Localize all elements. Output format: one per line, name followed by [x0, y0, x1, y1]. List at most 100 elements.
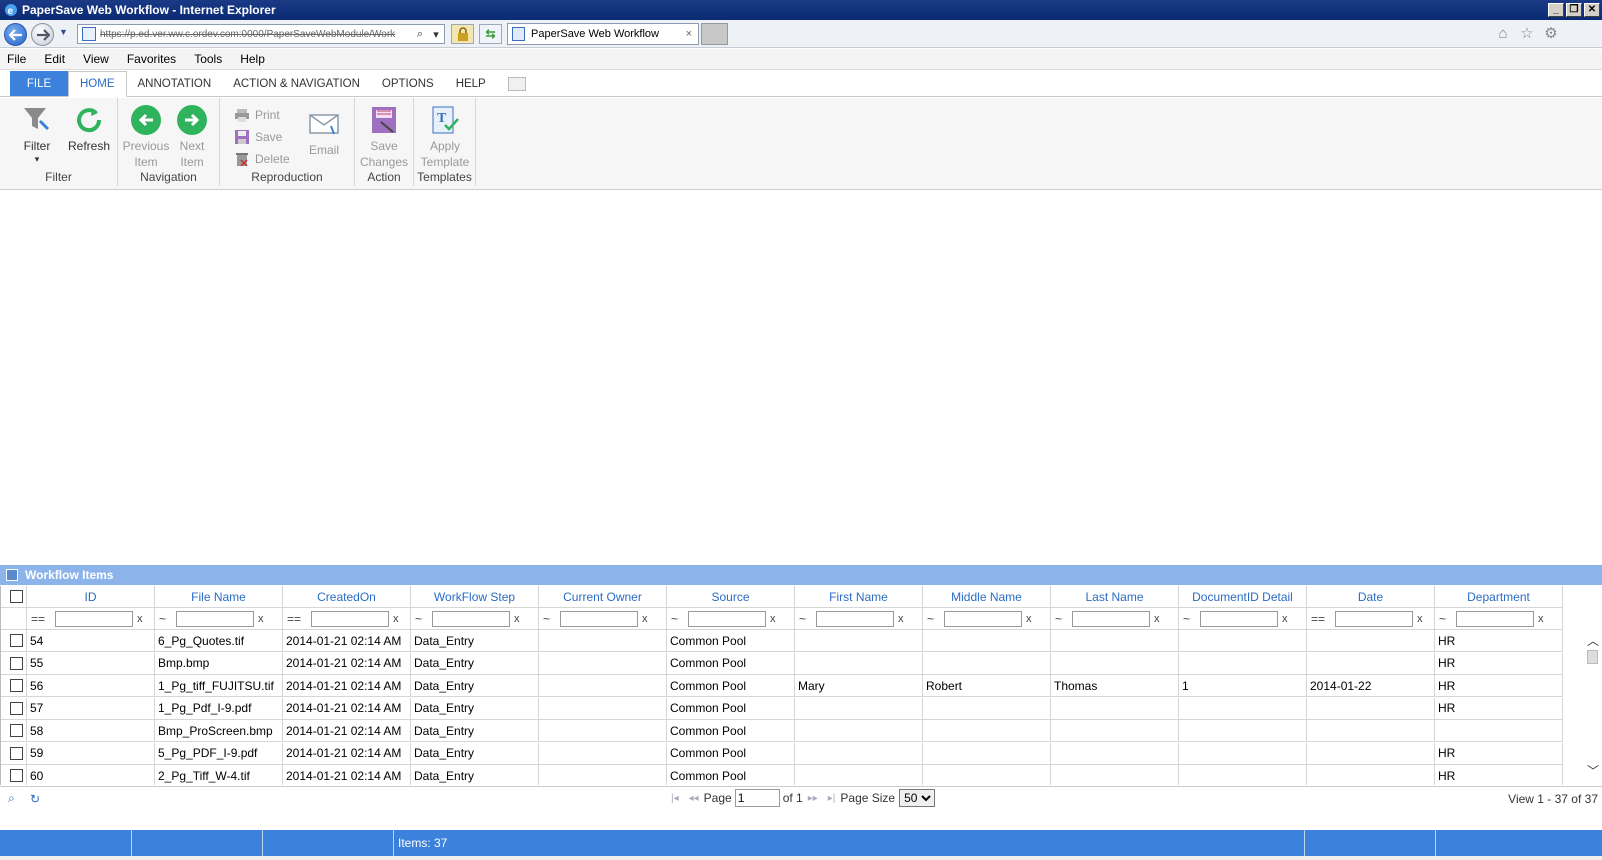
- table-cell[interactable]: [539, 720, 667, 742]
- table-cell[interactable]: Common Pool: [667, 742, 795, 765]
- filter-operator[interactable]: ==: [1311, 612, 1325, 626]
- table-cell[interactable]: [795, 697, 923, 720]
- table-row[interactable]: 57 1_Pg_Pdf_I-9.pdf 2014-01-21 02:14 AM Dat…: [1, 697, 1602, 720]
- table-cell[interactable]: 55: [27, 652, 155, 675]
- filter-clear-button[interactable]: x: [1282, 613, 1288, 625]
- table-cell[interactable]: [539, 765, 667, 785]
- filter-input[interactable]: [55, 610, 134, 627]
- tab-annotation[interactable]: ANNOTATION: [127, 71, 223, 96]
- table-cell[interactable]: [1307, 720, 1435, 742]
- history-dropdown-icon[interactable]: ▼: [59, 27, 68, 37]
- table-row[interactable]: 60 2_Pg_Tiff_W-4.tif 2014-01-21 02:14 AM Da…: [1, 765, 1602, 785]
- table-cell[interactable]: [1179, 652, 1307, 675]
- table-cell[interactable]: [1307, 630, 1435, 652]
- save-button[interactable]: Save: [234, 130, 282, 144]
- table-cell[interactable]: HR: [1435, 630, 1563, 652]
- table-cell[interactable]: Bmp_ProScreen.bmp: [155, 720, 283, 742]
- filter-input[interactable]: [1200, 610, 1279, 627]
- table-cell[interactable]: [1051, 697, 1179, 720]
- table-cell[interactable]: Mary: [795, 675, 923, 697]
- table-cell[interactable]: [923, 652, 1051, 675]
- table-cell[interactable]: 2014-01-21 02:14 AM: [283, 697, 411, 720]
- filter-input[interactable]: [944, 610, 1023, 627]
- table-cell[interactable]: [1307, 765, 1435, 785]
- row-checkbox[interactable]: [10, 769, 23, 782]
- filter-operator[interactable]: ~: [159, 612, 166, 626]
- column-header[interactable]: CreatedOn: [283, 586, 411, 608]
- table-cell[interactable]: HR: [1435, 675, 1563, 697]
- filter-clear-button[interactable]: x: [1417, 613, 1423, 625]
- tab-help[interactable]: HELP: [445, 71, 497, 96]
- table-cell[interactable]: [1179, 697, 1307, 720]
- close-window-button[interactable]: ✕: [1584, 3, 1600, 17]
- table-cell[interactable]: [1051, 630, 1179, 652]
- delete-button[interactable]: Delete: [234, 152, 290, 166]
- table-cell[interactable]: [923, 742, 1051, 765]
- minimize-button[interactable]: _: [1548, 3, 1564, 17]
- last-page-icon[interactable]: ▸|: [828, 793, 836, 804]
- back-button[interactable]: [4, 23, 27, 46]
- table-cell[interactable]: 56: [27, 675, 155, 697]
- filter-clear-button[interactable]: x: [1538, 613, 1544, 625]
- row-select-cell[interactable]: [1, 697, 27, 720]
- filter-operator[interactable]: ~: [671, 612, 678, 626]
- filter-input[interactable]: [688, 610, 767, 627]
- row-checkbox[interactable]: [10, 724, 23, 737]
- table-cell[interactable]: [795, 652, 923, 675]
- refresh-button[interactable]: Refresh: [66, 104, 112, 154]
- settings-gear-icon[interactable]: ⚙: [1542, 25, 1560, 43]
- column-header[interactable]: Source: [667, 586, 795, 608]
- filter-clear-button[interactable]: x: [1154, 613, 1160, 625]
- table-cell[interactable]: [539, 675, 667, 697]
- table-cell[interactable]: [1051, 742, 1179, 765]
- table-cell[interactable]: 5_Pg_PDF_I-9.pdf: [155, 742, 283, 765]
- table-cell[interactable]: Common Pool: [667, 720, 795, 742]
- page-size-select[interactable]: 50: [899, 789, 936, 807]
- menu-help[interactable]: Help: [240, 52, 265, 66]
- filter-clear-button[interactable]: x: [642, 613, 648, 625]
- column-header[interactable]: Middle Name: [923, 586, 1051, 608]
- table-cell[interactable]: 54: [27, 630, 155, 652]
- menu-tools[interactable]: Tools: [194, 52, 222, 66]
- select-all-cell[interactable]: [1, 586, 27, 608]
- filter-operator[interactable]: ==: [287, 612, 301, 626]
- filter-input[interactable]: [311, 610, 390, 627]
- table-cell[interactable]: [539, 652, 667, 675]
- apply-template-button[interactable]: T Apply Template: [418, 104, 472, 170]
- filter-operator[interactable]: ~: [1055, 612, 1062, 626]
- refresh-grid-icon[interactable]: ↻: [30, 792, 44, 806]
- filter-operator[interactable]: ~: [1439, 612, 1446, 626]
- scroll-thumb[interactable]: [1587, 650, 1598, 664]
- filter-operator[interactable]: ==: [31, 612, 45, 626]
- filter-dropdown-icon[interactable]: ▾: [35, 154, 40, 164]
- table-row[interactable]: 56 1_Pg_tiff_FUJITSU.tif 2014-01-21 02:14 …: [1, 675, 1602, 697]
- filter-clear-button[interactable]: x: [393, 613, 399, 625]
- table-cell[interactable]: Data_Entry: [411, 630, 539, 652]
- filter-input[interactable]: [176, 610, 255, 627]
- table-row[interactable]: 58 Bmp_ProScreen.bmp 2014-01-21 02:14 AM Da…: [1, 720, 1602, 742]
- table-cell[interactable]: [795, 630, 923, 652]
- column-header[interactable]: Current Owner: [539, 586, 667, 608]
- table-cell[interactable]: Common Pool: [667, 697, 795, 720]
- table-cell[interactable]: Bmp.bmp: [155, 652, 283, 675]
- address-input[interactable]: https://p.ed.ver.ww.c.ordev.com:0000/Pap…: [77, 24, 445, 44]
- filter-operator[interactable]: ~: [543, 612, 550, 626]
- address-dropdown-icon[interactable]: ▾: [428, 28, 444, 41]
- column-header[interactable]: Last Name: [1051, 586, 1179, 608]
- filter-input[interactable]: [1456, 610, 1535, 627]
- tab-action-navigation[interactable]: ACTION & NAVIGATION: [222, 71, 371, 96]
- tab-close-button[interactable]: ×: [686, 28, 692, 40]
- row-select-cell[interactable]: [1, 765, 27, 785]
- filter-clear-button[interactable]: x: [137, 613, 143, 625]
- tab-file[interactable]: FILE: [10, 71, 68, 96]
- filter-clear-button[interactable]: x: [1026, 613, 1032, 625]
- row-checkbox[interactable]: [10, 679, 23, 692]
- column-header[interactable]: WorkFlow Step: [411, 586, 539, 608]
- page-number-input[interactable]: [734, 789, 780, 807]
- next-item-button[interactable]: Next Item: [173, 104, 211, 170]
- table-cell[interactable]: [1435, 720, 1563, 742]
- next-page-icon[interactable]: ▸▸: [808, 793, 818, 804]
- email-button[interactable]: Email: [304, 108, 344, 158]
- filter-input[interactable]: [1072, 610, 1151, 627]
- previous-item-button[interactable]: Previous Item: [122, 104, 170, 170]
